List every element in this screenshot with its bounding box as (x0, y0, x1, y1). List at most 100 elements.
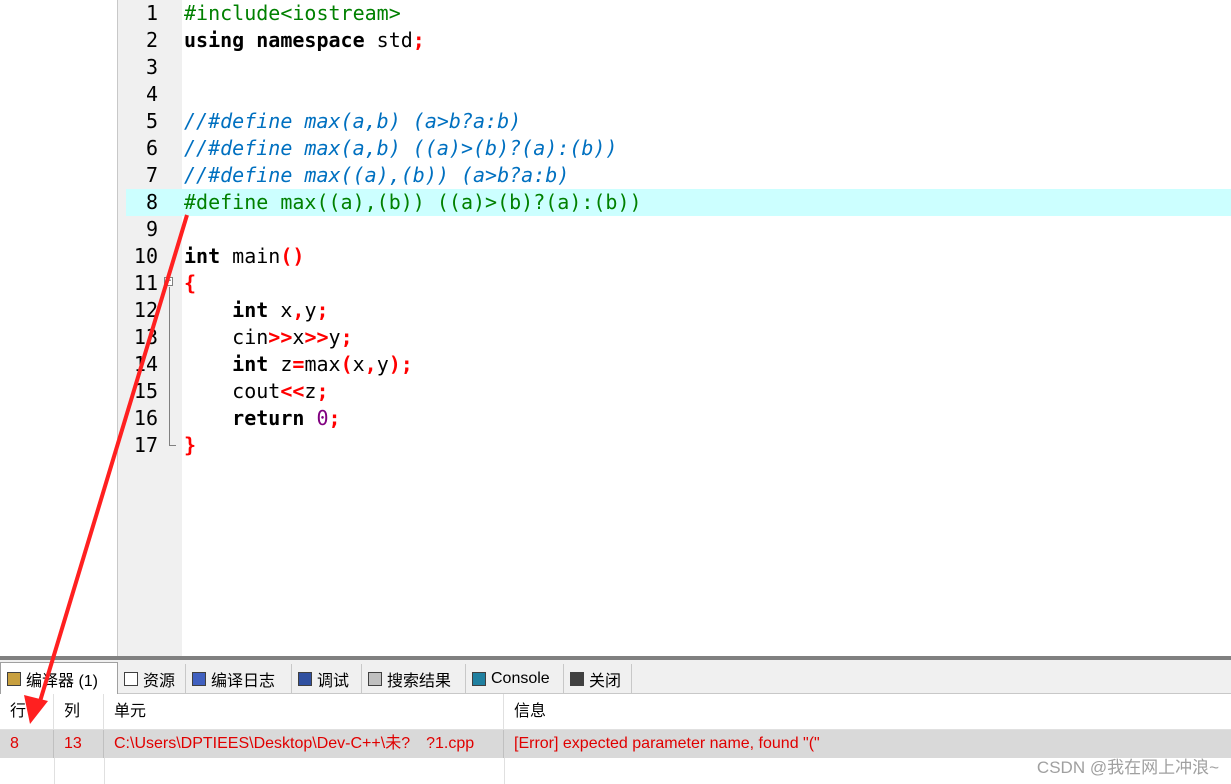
code-token: , (292, 298, 305, 322)
code-text: } (184, 432, 1231, 459)
fold-collapse-icon[interactable]: − (164, 277, 173, 286)
code-line[interactable]: 5 //#define max(a,b) (a>b?a:b) (126, 108, 1231, 135)
line-number: 11 (133, 271, 158, 295)
code-line[interactable]: 17} (126, 432, 1231, 459)
code-token: ; (328, 406, 341, 430)
column-header-info[interactable]: 信息 (504, 694, 1231, 730)
code-text: return 0; (184, 405, 1231, 432)
code-line[interactable]: 1 #include<iostream> (126, 0, 1231, 27)
line-number: 4 (145, 82, 158, 106)
compiler-icon (7, 671, 21, 686)
code-text: //#define max(a,b) (a>b?a:b) (184, 108, 1231, 135)
code-token: ); (388, 352, 413, 376)
tab-compile-log[interactable]: 编译日志 (186, 664, 292, 694)
code-token: x (352, 352, 365, 376)
row-line-cell: 8 (0, 730, 54, 758)
code-token: max (304, 352, 341, 376)
splitter[interactable] (118, 0, 126, 658)
line-number: 2 (145, 28, 158, 52)
tab-search-results[interactable]: 搜索结果 (362, 664, 466, 694)
code-line[interactable]: 6 //#define max(a,b) ((a)>(b)?(a):(b)) (126, 135, 1231, 162)
code-token: y (376, 352, 389, 376)
column-header-col[interactable]: 列 (54, 694, 104, 730)
console-icon (472, 672, 486, 686)
code-token: = (292, 352, 305, 376)
code-line[interactable]: 2 using namespace std; (126, 27, 1231, 54)
grid-line (104, 758, 105, 784)
column-header-unit[interactable]: 单元 (104, 694, 504, 730)
tab-console[interactable]: Console (466, 664, 564, 694)
debug-icon (298, 672, 312, 686)
tab-debug[interactable]: 调试 (292, 664, 362, 694)
code-line[interactable]: 15 cout<<z; (126, 378, 1231, 405)
code-token: using namespace (184, 28, 377, 52)
code-text: #define max((a),(b)) ((a)>(b)?(a):(b)) (184, 189, 1231, 216)
code-editor[interactable]: 1 #include<iostream> 2 using namespace std;… (126, 0, 1231, 656)
code-token: x (292, 325, 305, 349)
code-token: ; (316, 298, 329, 322)
grid-line (54, 758, 55, 784)
code-text: int main() (184, 243, 1231, 270)
code-token: #define max((a),(b)) ((a)>(b)?(a):(b)) (184, 190, 642, 214)
line-number: 14 (133, 352, 158, 376)
search-results-icon (368, 672, 382, 686)
code-token: 0 (316, 406, 329, 430)
tab-label: 编译日志 (211, 673, 276, 690)
code-line[interactable]: 7 //#define max((a),(b)) (a>b?a:b) (126, 162, 1231, 189)
watermark: CSDN @我在网上冲浪~ (1036, 758, 1219, 777)
code-line[interactable]: 3 (126, 54, 1231, 81)
code-token: y (304, 298, 317, 322)
close-floppy-icon (570, 672, 584, 686)
code-text: int z=max(x,y); (184, 351, 1231, 378)
code-token: { (184, 271, 197, 295)
tab-compiler[interactable]: 编译器 (1) (0, 662, 118, 694)
code-token: << (280, 379, 305, 403)
code-line[interactable]: 10 int main() (126, 243, 1231, 270)
code-token: #include<iostream> (184, 1, 401, 25)
resource-icon (124, 672, 138, 686)
line-number: 12 (133, 298, 158, 322)
tab-label: 关闭 (589, 673, 622, 690)
line-number: 15 (133, 379, 158, 403)
code-line[interactable]: 8 #define max((a),(b)) ((a)>(b)?(a):(b)) (126, 189, 1231, 216)
code-token: ( (340, 352, 353, 376)
tab-resource[interactable]: 资源 (118, 664, 186, 694)
code-token: main (232, 244, 281, 268)
tab-label: 资源 (143, 673, 176, 690)
column-header-line[interactable]: 行 (0, 694, 54, 730)
code-token: int (184, 244, 233, 268)
code-text: //#define max((a),(b)) (a>b?a:b) (184, 162, 1231, 189)
code-text: //#define max(a,b) ((a)>(b)?(a):(b)) (184, 135, 1231, 162)
tab-label: 编译器 (1) (26, 672, 99, 690)
code-token: ; (412, 28, 425, 52)
line-number: 17 (133, 433, 158, 457)
code-line[interactable]: 14 int z=max(x,y); (126, 351, 1231, 378)
code-line[interactable]: 12 int x,y; (126, 297, 1231, 324)
code-token: cout (184, 379, 281, 403)
line-number: 16 (133, 406, 158, 430)
code-line[interactable]: 11 { (126, 270, 1231, 297)
code-token: std (376, 28, 413, 52)
line-number: 6 (145, 136, 158, 160)
project-browser-pane (0, 0, 118, 658)
row-unit-cell: C:\Users\DPTIEES\Desktop\Dev-C++\未? ?1.c… (104, 730, 504, 758)
code-token: int (232, 298, 281, 322)
code-token: ; (316, 379, 329, 403)
code-token: //#define max(a,b) (a>b?a:b) (184, 109, 522, 133)
code-text: cout<<z; (184, 378, 1231, 405)
code-text: #include<iostream> (184, 0, 1231, 27)
tab-close-floppy[interactable]: 关闭 (564, 664, 632, 694)
tab-label: 搜索结果 (387, 673, 452, 690)
code-text: { (184, 270, 1231, 297)
code-text: cin>>x>>y; (184, 324, 1231, 351)
compile-log-icon (192, 672, 206, 686)
code-line[interactable]: 16 return 0; (126, 405, 1231, 432)
code-line[interactable]: 9 (126, 216, 1231, 243)
code-line[interactable]: 13 cin>>x>>y; (126, 324, 1231, 351)
code-line[interactable]: 4 (126, 81, 1231, 108)
fold-guide-line (169, 287, 170, 445)
line-number: 9 (145, 217, 158, 241)
fold-guide-end (169, 445, 176, 446)
code-token: //#define max(a,b) ((a)>(b)?(a):(b)) (184, 136, 618, 160)
